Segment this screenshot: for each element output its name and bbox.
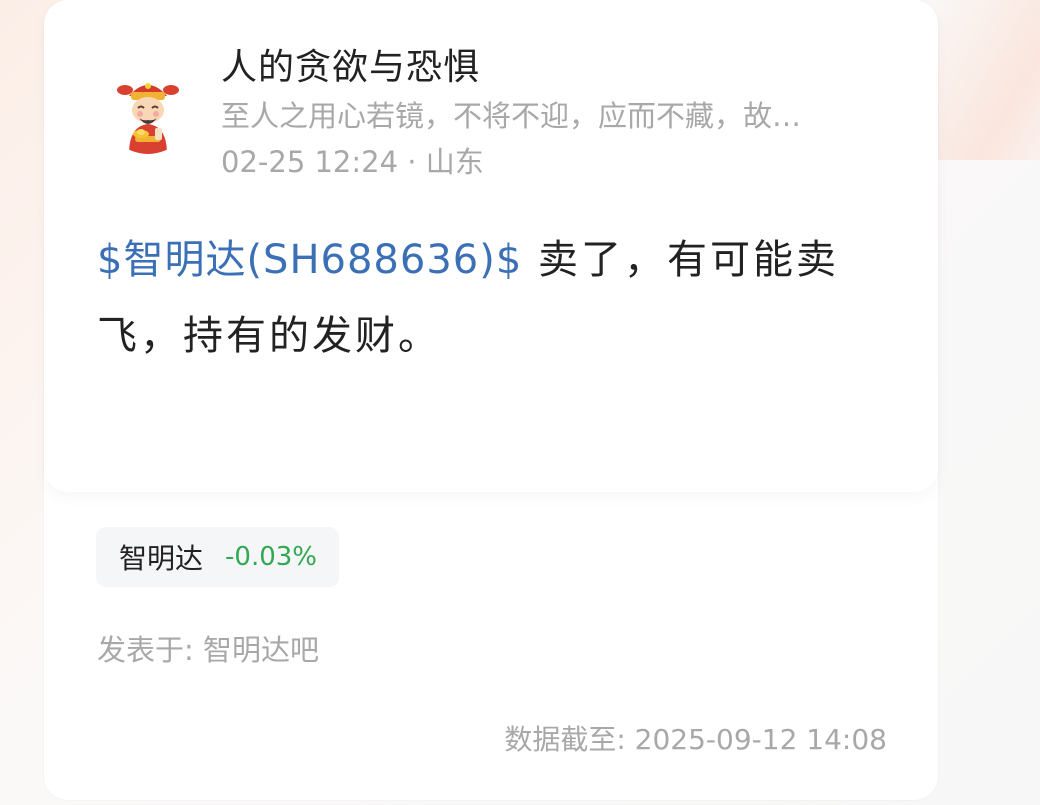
post-timestamp: 02-25 12:24 xyxy=(221,145,399,179)
post-body: $智明达(SH688636)$ 卖了，有可能卖飞，持有的发财。 xyxy=(97,222,897,374)
stock-quote-chip[interactable]: 智明达 -0.03% xyxy=(96,527,339,587)
meta-separator: · xyxy=(398,145,426,179)
stock-chip-name: 智明达 xyxy=(119,542,204,575)
post-meta: 02-25 12:24 · 山东 xyxy=(221,139,484,181)
god-of-wealth-avatar-icon[interactable] xyxy=(105,68,191,154)
stock-chip-change: -0.03% xyxy=(225,542,317,572)
data-as-of: 数据截至: 2025-09-12 14:08 xyxy=(504,723,887,756)
author-name[interactable]: 人的贪欲与恐惧 xyxy=(221,38,480,90)
avatar-image xyxy=(105,68,191,154)
post-card: 人的贪欲与恐惧 至人之用心若镜，不将不迎，应而不藏，故… 02-25 12:24… xyxy=(44,0,938,800)
author-signature: 至人之用心若镜，不将不迎，应而不藏，故… xyxy=(221,99,802,133)
posted-in-forum[interactable]: 发表于: 智明达吧 xyxy=(97,627,319,669)
post-content-panel: 人的贪欲与恐惧 至人之用心若镜，不将不迎，应而不藏，故… 02-25 12:24… xyxy=(44,0,938,492)
post-location: 山东 xyxy=(425,145,484,179)
background-decoration xyxy=(920,0,1040,160)
stock-mention-link[interactable]: $智明达(SH688636)$ xyxy=(97,237,522,283)
